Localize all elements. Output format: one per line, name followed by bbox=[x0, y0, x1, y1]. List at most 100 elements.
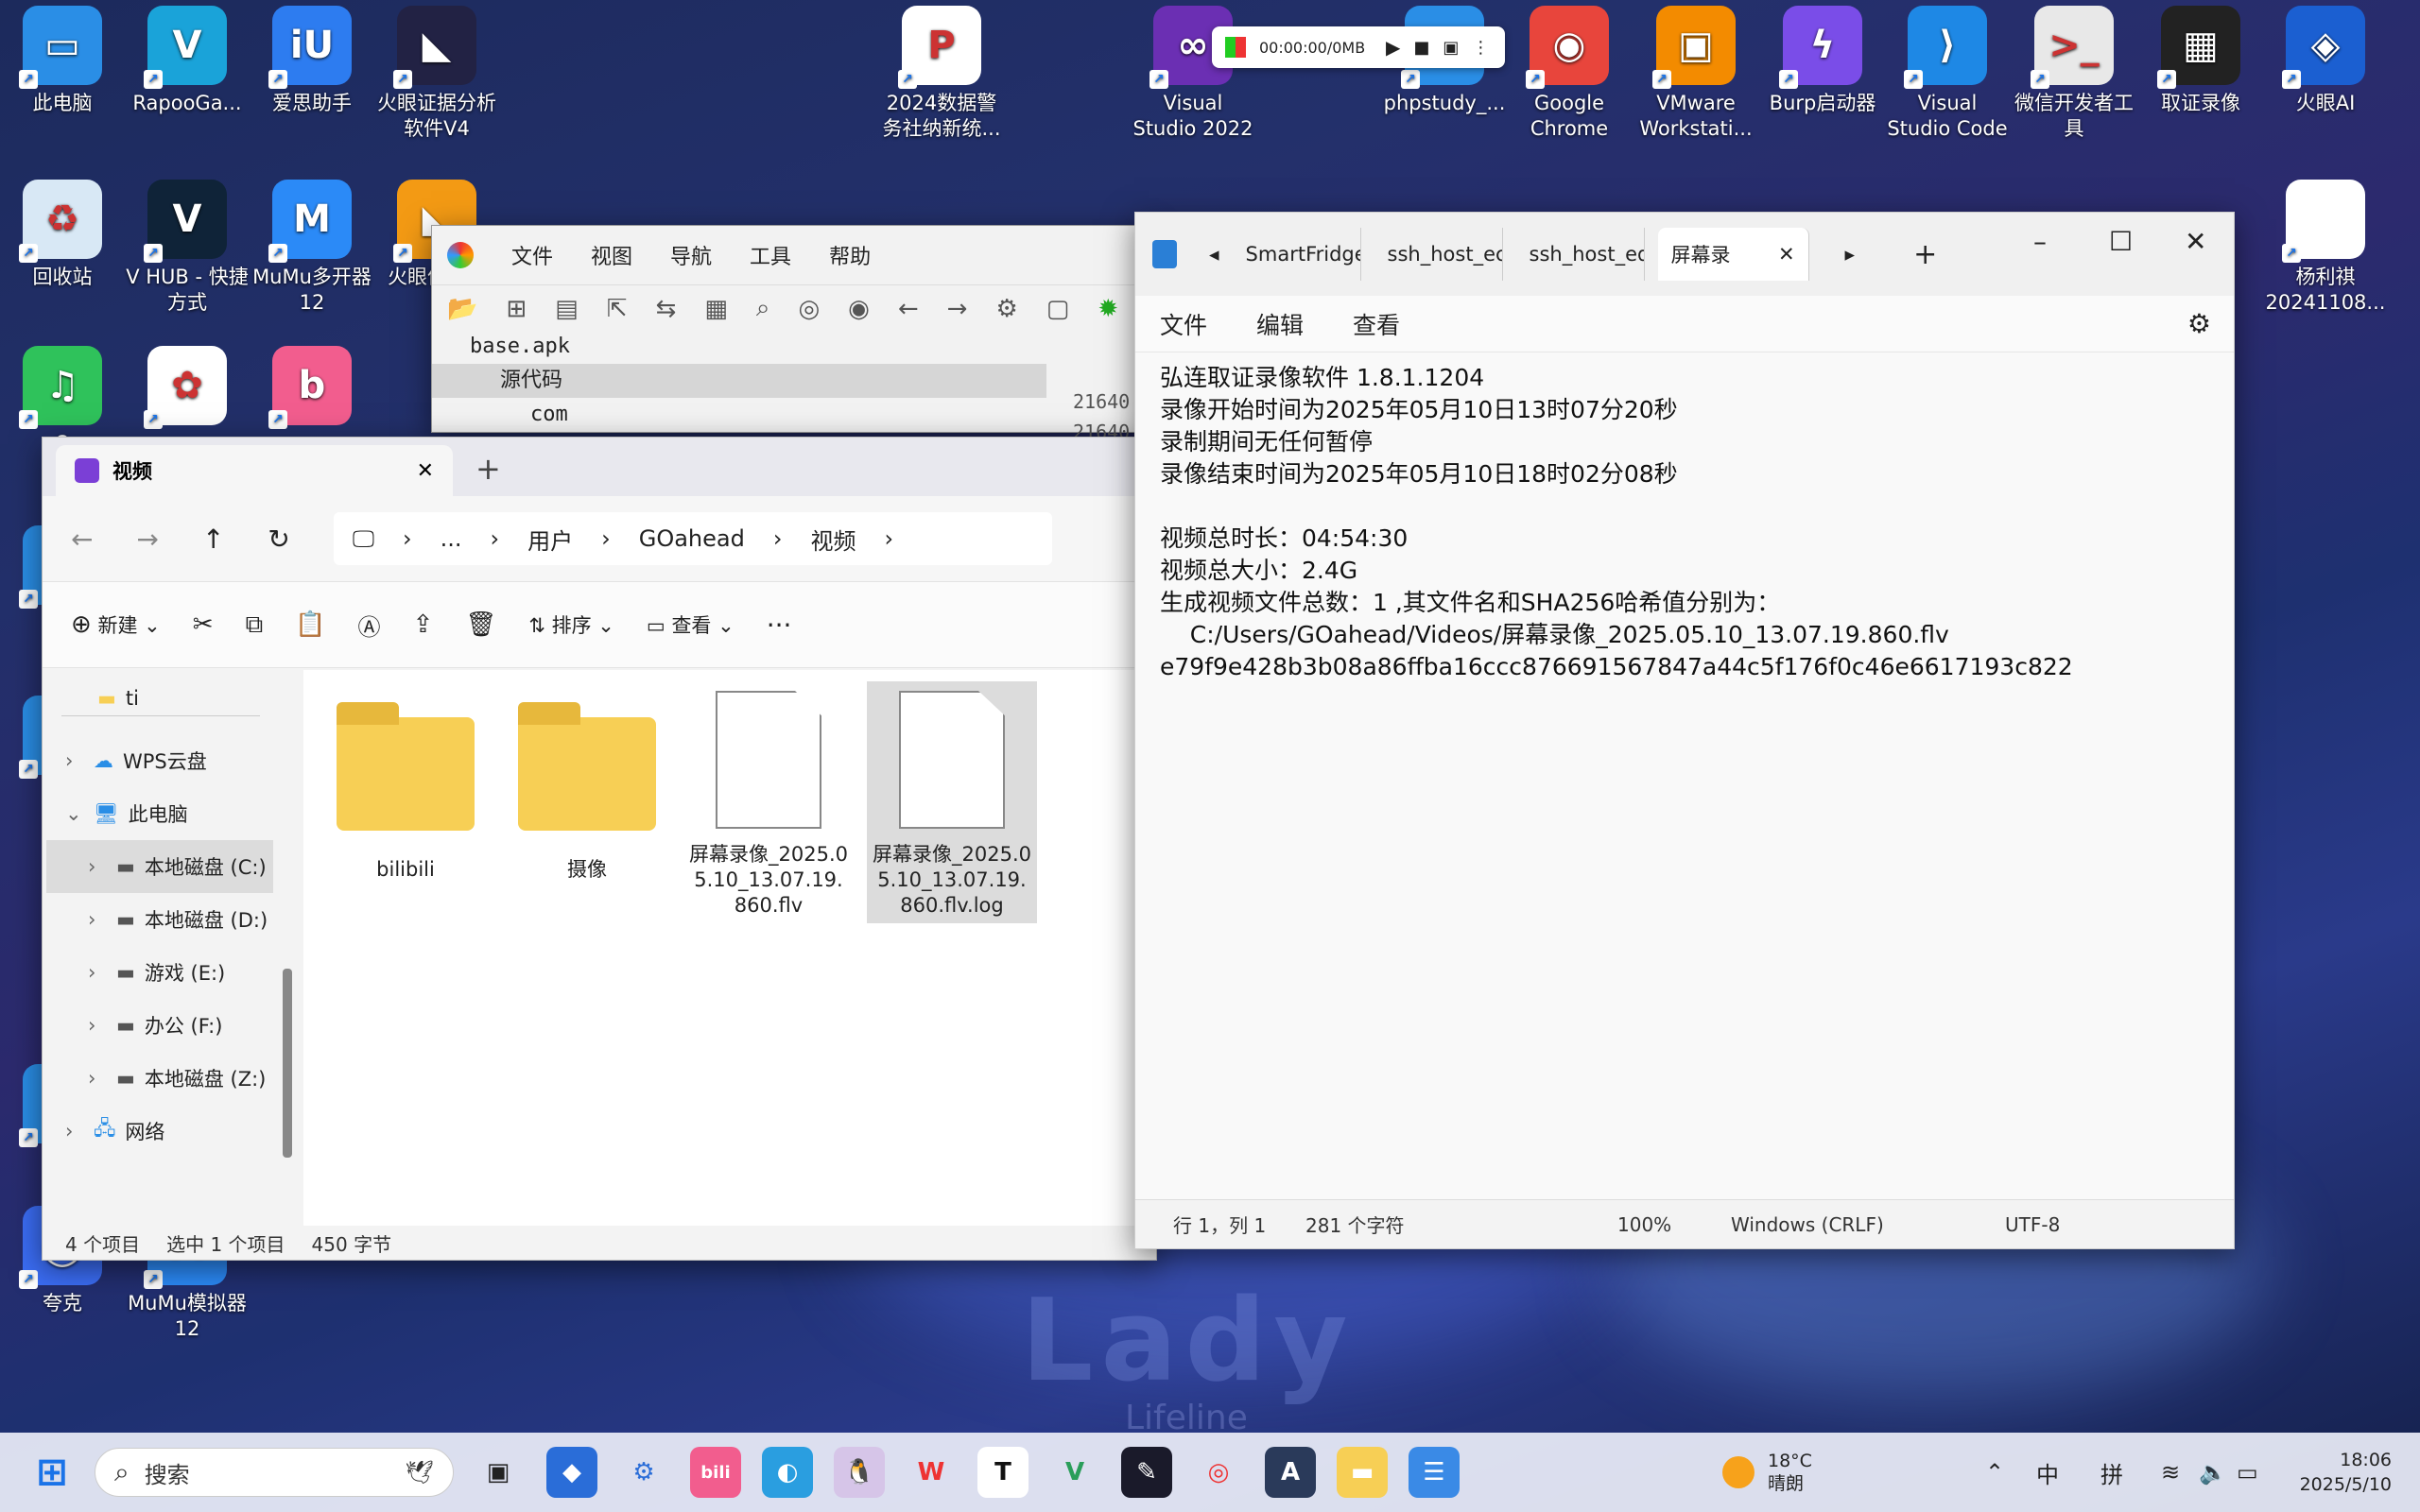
ime-mode[interactable]: 拼 bbox=[2100, 1433, 2123, 1512]
new-button[interactable]: ⊕ 新建 ⌄ bbox=[71, 610, 161, 639]
desktop-icon[interactable]: ◣ ↗ 火眼证据分析软件V4 bbox=[374, 0, 499, 142]
desktop-icon[interactable]: M ↗ MuMu多开器12 bbox=[250, 174, 374, 316]
search-class-icon[interactable]: ◎ bbox=[798, 295, 820, 323]
back-icon[interactable]: ← bbox=[898, 295, 919, 323]
file-explorer-icon[interactable]: ▬ bbox=[1337, 1447, 1388, 1498]
up-icon[interactable]: ↑ bbox=[202, 524, 224, 555]
edge-icon[interactable]: ◐ bbox=[762, 1447, 813, 1498]
sidebar-item[interactable]: › ☁ WPS云盘 bbox=[46, 734, 273, 787]
taskbar-app-a[interactable]: A bbox=[1265, 1447, 1316, 1498]
desktop-icon[interactable]: ✿ ↗ bbox=[125, 340, 250, 431]
notepad-tab[interactable]: ssh_host_ecc bbox=[1374, 228, 1503, 281]
share-icon[interactable]: ⇪ bbox=[413, 610, 434, 639]
start-button[interactable]: ⊞ bbox=[26, 1447, 78, 1498]
jadx-menu-file[interactable]: 文件 bbox=[511, 240, 553, 270]
weather[interactable]: 18°C 晴朗 bbox=[1722, 1433, 1812, 1512]
sort-button[interactable]: ⇅ 排序 ⌄ bbox=[528, 610, 614, 639]
taskbar-app-2[interactable]: ⚙ bbox=[618, 1447, 669, 1498]
chevron-icon[interactable]: › bbox=[88, 908, 107, 931]
rename-icon[interactable]: Ⓐ bbox=[358, 609, 381, 642]
sidebar-item[interactable]: › ▬ 本地磁盘 (D:) bbox=[46, 893, 273, 946]
sidebar-item[interactable]: › ▬ 办公 (F:) bbox=[46, 999, 273, 1052]
sidebar-item[interactable]: › ▬ 游戏 (E:) bbox=[46, 946, 273, 999]
jadx-menu-help[interactable]: 帮助 bbox=[829, 240, 871, 270]
export-icon[interactable]: ⇱ bbox=[607, 295, 628, 323]
desktop-icon[interactable]: P ↗ 2024数据警务社纳新统... bbox=[879, 0, 1004, 142]
notepad-menu-edit[interactable]: 编辑 bbox=[1256, 307, 1304, 341]
breadcrumb-users[interactable]: 用户 bbox=[527, 523, 573, 556]
folder-item[interactable]: 摄像 bbox=[502, 681, 672, 923]
breadcrumb-videos[interactable]: 视频 bbox=[810, 523, 856, 556]
back-icon[interactable]: ← bbox=[71, 524, 93, 555]
desktop-icon[interactable]: ϟ ↗ Burp启动器 bbox=[1760, 0, 1885, 116]
bilibili-icon[interactable]: bili bbox=[690, 1447, 741, 1498]
notepad-menu-view[interactable]: 查看 bbox=[1353, 307, 1400, 341]
close-tab-icon[interactable]: ✕ bbox=[417, 459, 434, 483]
volume-icon[interactable]: 🔈 bbox=[2199, 1433, 2227, 1512]
clock[interactable]: 18:06 2025/5/10 bbox=[2293, 1433, 2392, 1512]
desktop-icon[interactable]: iU ↗ 爱思助手 bbox=[250, 0, 374, 116]
file-item[interactable]: 屏幕录像_2025.05.10_13.07.19.860.flv bbox=[683, 681, 854, 923]
chevron-icon[interactable]: ⌄ bbox=[65, 802, 84, 825]
sidebar-item[interactable]: ▬ ti bbox=[46, 672, 273, 725]
sidebar-item[interactable]: › ▬ 本地磁盘 (C:) bbox=[46, 840, 273, 893]
task-view-icon[interactable]: ▣ bbox=[473, 1447, 524, 1498]
qq-icon[interactable]: 🐧 bbox=[834, 1447, 885, 1498]
chevron-icon[interactable]: › bbox=[88, 1014, 107, 1037]
tray-overflow-icon[interactable]: ⌃ bbox=[1985, 1433, 2004, 1512]
chevron-icon[interactable]: › bbox=[65, 1120, 84, 1143]
desktop-icon[interactable]: ◉ ↗ Google Chrome bbox=[1507, 0, 1632, 142]
desktop-icon[interactable]: V ↗ V HUB - 快捷方式 bbox=[125, 174, 250, 316]
wps-icon[interactable]: W bbox=[906, 1447, 957, 1498]
sidebar-item[interactable]: › ▬ 本地磁盘 (Z:) bbox=[46, 1052, 273, 1105]
desktop-icon[interactable]: ♻ ↗ 回收站 bbox=[0, 174, 125, 290]
breadcrumb-more[interactable]: ... bbox=[441, 525, 462, 552]
jadx-menu-nav[interactable]: 导航 bbox=[670, 240, 712, 270]
sync-icon[interactable]: ⇆ bbox=[656, 295, 677, 323]
forward-icon[interactable]: → bbox=[136, 524, 158, 555]
debug-icon[interactable]: ✹ bbox=[1098, 295, 1118, 323]
breadcrumb-user[interactable]: GOahead bbox=[639, 525, 745, 552]
settings-icon[interactable]: ⚙ bbox=[2187, 308, 2211, 339]
taskbar-app-pen[interactable]: ✎ bbox=[1121, 1447, 1172, 1498]
wifi-icon[interactable]: ≋ bbox=[2161, 1433, 2180, 1512]
desktop-icon[interactable]: V ↗ RapooGa... bbox=[125, 0, 250, 116]
desktop-icon[interactable]: ▣ ↗ VMware Workstati... bbox=[1634, 0, 1758, 142]
ime-lang[interactable]: 中 bbox=[2036, 1433, 2059, 1512]
scroll-left-icon[interactable]: ◂ bbox=[1209, 243, 1219, 266]
notepad-icon[interactable]: ☰ bbox=[1409, 1447, 1460, 1498]
chevron-icon[interactable]: › bbox=[88, 855, 107, 878]
delete-icon[interactable]: 🗑 bbox=[465, 610, 496, 639]
forward-icon[interactable]: → bbox=[947, 295, 968, 323]
open-icon[interactable]: 📂 bbox=[447, 295, 477, 323]
file-item[interactable]: 屏幕录像_2025.05.10_13.07.19.860.flv.log bbox=[867, 681, 1037, 923]
refresh-icon[interactable]: ↻ bbox=[268, 524, 289, 555]
screenshot-icon[interactable]: ▣ bbox=[1443, 38, 1459, 58]
search-icon[interactable]: ⌕ bbox=[756, 294, 770, 323]
desktop-icon[interactable]: ∞ ↗ Visual Studio 2022 bbox=[1131, 0, 1255, 142]
desktop-icon[interactable]: b ↗ bbox=[250, 340, 374, 431]
more-icon[interactable]: ⋮ bbox=[1472, 38, 1489, 58]
desktop-icon[interactable]: ⟩ ↗ Visual Studio Code bbox=[1885, 0, 2010, 142]
nav-scrollbar[interactable] bbox=[283, 969, 292, 1158]
maximize-icon[interactable]: ☐ bbox=[2109, 226, 2133, 257]
search-box[interactable]: ⌕ 搜索 🕊 bbox=[95, 1448, 454, 1497]
add-icon[interactable]: ⊞ bbox=[506, 295, 527, 323]
more-icon[interactable]: ··· bbox=[767, 610, 792, 641]
search-usage-icon[interactable]: ◉ bbox=[848, 295, 870, 323]
close-icon[interactable]: ✕ bbox=[2185, 226, 2206, 257]
chevron-icon[interactable]: › bbox=[88, 961, 107, 984]
view-button[interactable]: ▭ 查看 ⌄ bbox=[647, 610, 735, 639]
desktop-icon[interactable]: ◈ ↗ 火眼AI bbox=[2263, 0, 2388, 116]
tree-item-apk[interactable]: base.apk bbox=[432, 330, 1046, 364]
stop-icon[interactable]: ■ bbox=[1413, 38, 1429, 58]
desktop-icon[interactable]: ▦ ↗ 取证录像 bbox=[2138, 0, 2263, 116]
taskbar-app-vk[interactable]: V bbox=[1049, 1447, 1100, 1498]
tree-icon[interactable]: ▦ bbox=[704, 295, 728, 323]
typora-icon[interactable]: T bbox=[977, 1447, 1028, 1498]
sidebar-item[interactable]: › 🖧 网络 bbox=[46, 1105, 273, 1158]
save-icon[interactable]: ▤ bbox=[555, 295, 579, 323]
deobf-icon[interactable]: ⚙ bbox=[995, 295, 1017, 323]
new-tab-icon[interactable]: + bbox=[1913, 238, 1937, 271]
chevron-icon[interactable]: › bbox=[65, 749, 84, 772]
